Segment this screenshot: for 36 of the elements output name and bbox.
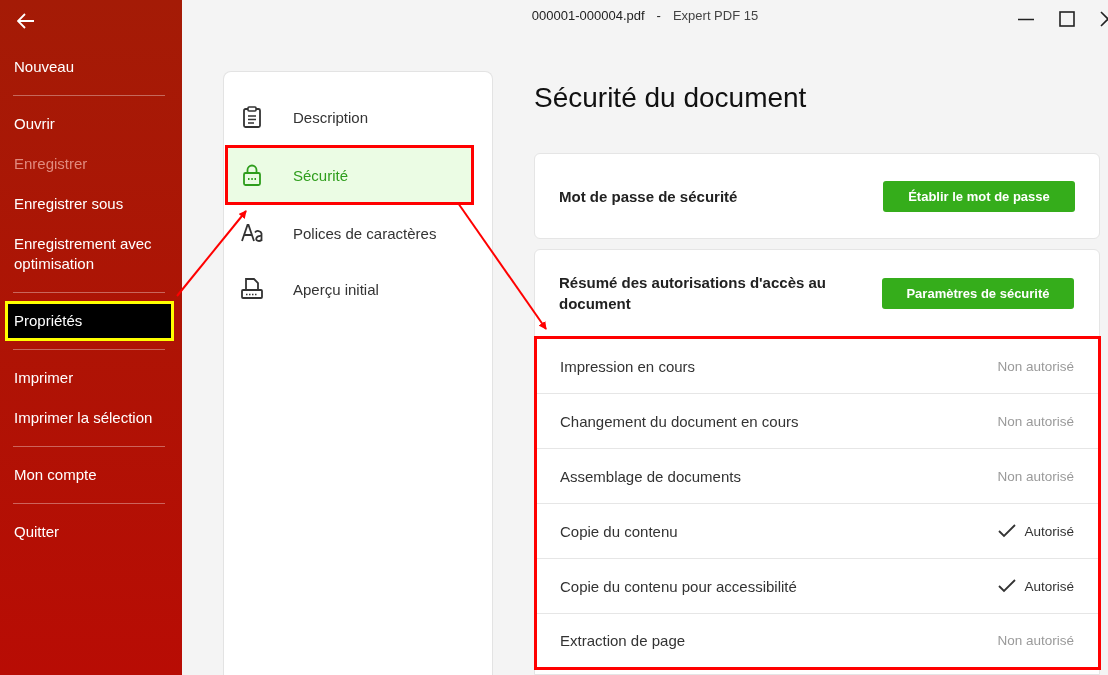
permission-status: Non autorisé: [997, 468, 1074, 484]
back-arrow-icon[interactable]: [17, 13, 35, 29]
card-label: Résumé des autorisations d'accès au document: [559, 273, 827, 314]
permission-status: Non autorisé: [997, 413, 1074, 429]
permission-status: Non autorisé: [997, 358, 1074, 374]
card-label: Mot de passe de sécurité: [559, 186, 738, 207]
printer-page-icon: [241, 278, 263, 300]
permission-name: Extraction de page: [560, 632, 686, 649]
page-heading: Sécurité du document: [534, 81, 808, 115]
permission-name: Changement du document en cours: [560, 412, 799, 430]
navigation-item[interactable]: Polices de caractères: [224, 205, 474, 261]
font-icon: [241, 223, 263, 243]
permission-name: Assemblage de documents: [560, 467, 741, 485]
permission-status: Autorisé: [1024, 523, 1074, 539]
maximize-icon[interactable]: [1059, 11, 1075, 27]
permission-status: Autorisé: [1024, 578, 1074, 594]
sidebar-item[interactable]: Mon compte: [0, 455, 182, 495]
lock-icon: [241, 164, 263, 186]
sidebar-item[interactable]: Nouveau: [0, 47, 182, 87]
clipboard-icon: [241, 106, 263, 128]
window-title: 000001-000004.pdf: [531, 8, 645, 23]
permission-name: Copie du contenu pour accessibilité: [560, 577, 797, 595]
sidebar-item[interactable]: Imprimer la sélection: [0, 398, 182, 438]
sidebar-item[interactable]: Enregistrer sous: [0, 184, 182, 224]
sidebar-item[interactable]: Enregistrement avec optimisation: [0, 224, 182, 284]
permission-name: Impression en cours: [560, 357, 696, 375]
sidebar-item[interactable]: Ouvrir: [0, 104, 182, 144]
sidebar-item[interactable]: Propriétés: [5, 301, 174, 341]
permission-name: Copie du contenu: [560, 522, 678, 540]
navigation-item[interactable]: Aperçu initial: [224, 261, 474, 317]
navigation-item[interactable]: Description: [224, 89, 474, 145]
app-name: Expert PDF 15: [672, 8, 759, 23]
title-separator: -: [656, 8, 661, 23]
permission-status: Non autorisé: [997, 633, 1074, 648]
sidebar-item[interactable]: Imprimer: [0, 358, 182, 398]
sidebar-item[interactable]: Quitter: [0, 512, 182, 552]
